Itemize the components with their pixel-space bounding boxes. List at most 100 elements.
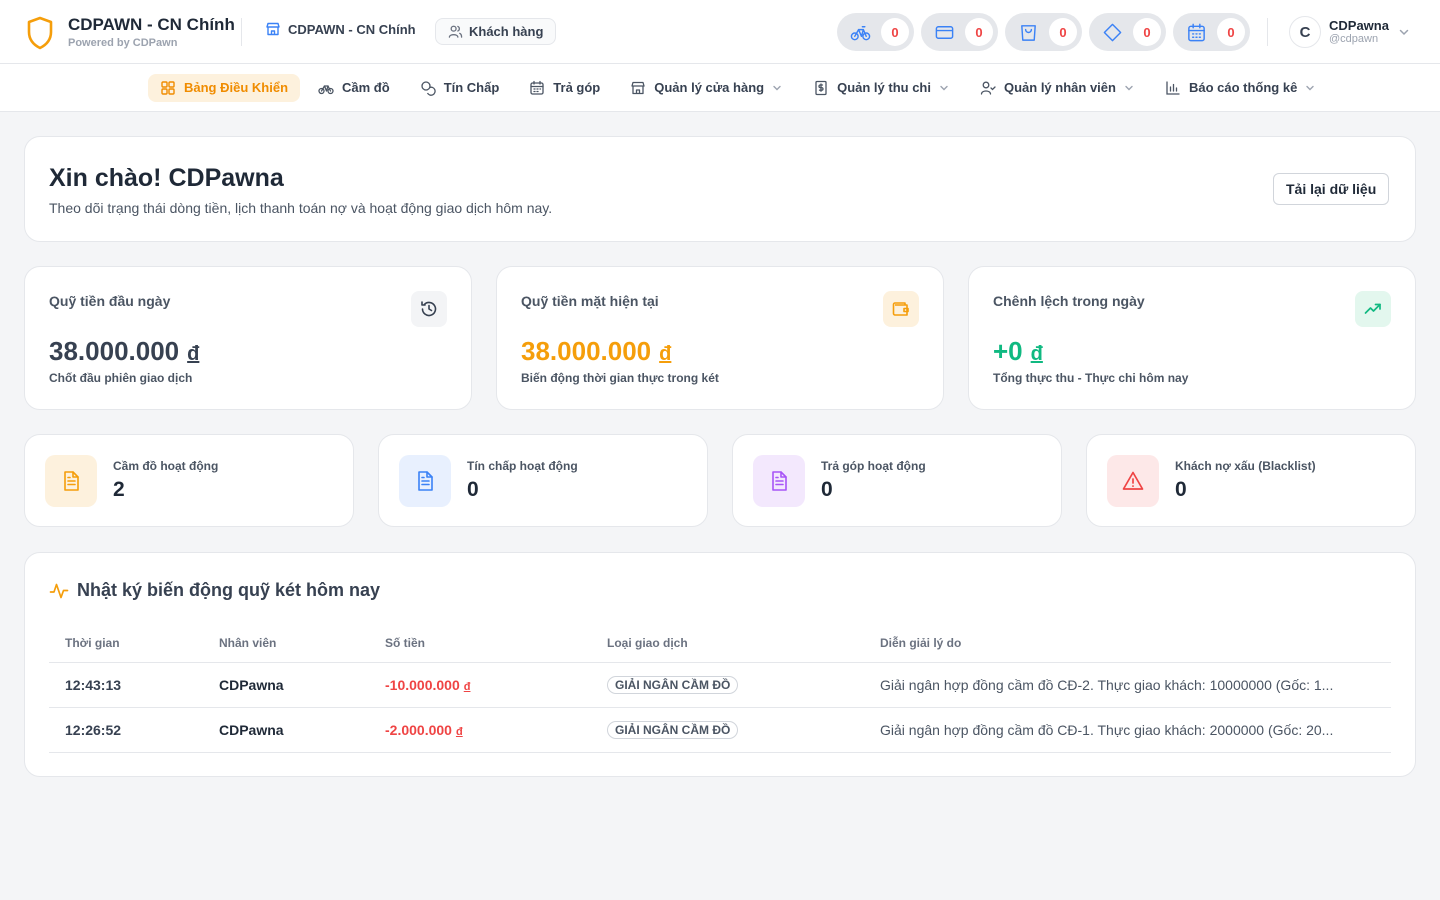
nav-installment[interactable]: Trả góp xyxy=(517,74,612,102)
cash-log-title: Nhật ký biến động quỹ két hôm nay xyxy=(77,580,381,600)
fund-card-difference: Chênh lệch trong ngày +0 đ Tổng thực thu … xyxy=(968,266,1416,410)
calendar-icon xyxy=(1188,23,1205,41)
nav-reports[interactable]: Báo cáo thống kê xyxy=(1153,74,1328,102)
chevron-down-icon xyxy=(1125,85,1133,90)
nav-label: Quản lý thu chi xyxy=(837,80,931,95)
store-icon xyxy=(631,81,645,94)
column-header-time: Thời gian xyxy=(49,625,203,663)
brand[interactable]: CDPAWN - CN Chính Powered by CDPawn xyxy=(26,15,235,50)
counter-installment[interactable]: 0 xyxy=(1005,13,1082,51)
document-icon xyxy=(418,471,433,491)
nav-label: Cầm đồ xyxy=(342,80,390,95)
stat-label: Trả góp hoạt động xyxy=(821,459,926,473)
stat-icon xyxy=(399,455,451,507)
fund-icon xyxy=(1355,291,1391,327)
dashboard-icon xyxy=(161,80,175,95)
nav-finance-management[interactable]: Quản lý thu chi xyxy=(801,74,962,102)
column-header-reason: Diễn giải lý do xyxy=(864,625,1391,663)
column-header-amount: Số tiền xyxy=(369,625,591,663)
main-nav: Bảng Điều Khiển Cầm đồ Tín Chấp Trả góp … xyxy=(0,64,1440,112)
fund-icon xyxy=(883,291,919,327)
card-icon xyxy=(935,25,954,39)
stat-card-credit[interactable]: Tín chấp hoạt động 0 xyxy=(378,434,708,527)
cell-reason: Giải ngân hợp đồng cầm đồ CĐ-2. Thực gia… xyxy=(864,662,1391,708)
nav-credit[interactable]: Tín Chấp xyxy=(408,74,512,102)
counter-pawn[interactable]: 0 xyxy=(837,13,914,51)
document-icon xyxy=(772,471,787,491)
brand-powered: Powered by CDPawn xyxy=(68,37,178,49)
branch-name: CDPAWN - CN Chính xyxy=(288,21,416,37)
shield-icon xyxy=(27,16,53,49)
fund-value: 38.000.000 đ xyxy=(49,336,200,366)
divider xyxy=(1267,18,1268,46)
stat-label: Tín chấp hoạt động xyxy=(467,459,578,473)
cell-type: GIẢI NGÂN CẦM ĐỒ xyxy=(591,707,864,753)
cash-log-card: Nhật ký biến động quỹ két hôm nay Thời g… xyxy=(24,552,1416,777)
user-handle: @cdpawn xyxy=(1329,33,1379,45)
user-name: CDPawna xyxy=(1329,18,1389,33)
bike-icon xyxy=(318,84,334,94)
fund-desc: Chốt đầu phiên giao dịch xyxy=(49,371,193,385)
nav-staff-management[interactable]: Quản lý nhân viên xyxy=(968,74,1147,102)
nav-pawn[interactable]: Cầm đồ xyxy=(306,74,402,102)
counter-assets[interactable]: 0 xyxy=(1089,13,1166,51)
stat-card-installment[interactable]: Trả góp hoạt động 0 xyxy=(732,434,1062,527)
counter-credit[interactable]: 0 xyxy=(921,13,998,51)
reload-button[interactable]: Tải lại dữ liệu xyxy=(1273,173,1390,205)
trending-up-icon xyxy=(1364,303,1381,314)
cell-type: GIẢI NGÂN CẦM ĐỒ xyxy=(591,662,864,708)
counter-value: 0 xyxy=(1217,18,1245,46)
chevron-down-icon xyxy=(1399,29,1409,36)
fund-card-current: Quỹ tiền mặt hiện tại 38.000.000 đ Biến đ… xyxy=(496,266,944,410)
column-header-staff: Nhân viên xyxy=(203,625,369,663)
fund-label: Quỹ tiền đầu ngày xyxy=(49,293,171,309)
nav-store-management[interactable]: Quản lý cửa hàng xyxy=(618,74,795,102)
transaction-type-badge: GIẢI NGÂN CẦM ĐỒ xyxy=(607,675,739,694)
table-row[interactable]: 12:43:13 CDPawna -10.000.000 đ GIẢI NGÂN … xyxy=(49,662,1391,708)
stat-icon xyxy=(753,455,805,507)
cell-amount: -10.000.000 đ xyxy=(369,662,591,708)
stat-card-pawn[interactable]: Cầm đồ hoạt động 2 xyxy=(24,434,354,527)
fund-card-opening: Quỹ tiền đầu ngày 38.000.000 đ Chốt đầu p… xyxy=(24,266,472,410)
user-menu[interactable]: C CDPawna @cdpawn xyxy=(1289,16,1411,48)
counter-group: 0 0 0 0 0 xyxy=(837,13,1257,51)
fund-icon xyxy=(411,291,447,327)
counter-value: 0 xyxy=(1049,18,1077,46)
counter-value: 0 xyxy=(881,18,909,46)
cash-log-table: Thời gian Nhân viên Số tiền Loại giao dị… xyxy=(49,625,1391,753)
wallet-icon xyxy=(892,302,909,316)
counter-schedule[interactable]: 0 xyxy=(1173,13,1250,51)
receipt-icon xyxy=(815,80,827,95)
column-header-type: Loại giao dịch xyxy=(591,625,864,663)
counter-value: 0 xyxy=(1133,18,1161,46)
chevron-down-icon xyxy=(940,85,948,90)
branch-selector[interactable]: CDPAWN - CN Chính xyxy=(265,21,416,37)
stat-card-blacklist[interactable]: Khách nợ xấu (Blacklist) 0 xyxy=(1086,434,1416,527)
activity-icon xyxy=(49,583,69,598)
divider xyxy=(241,18,242,46)
fund-label: Chênh lệch trong ngày xyxy=(993,293,1145,309)
calendar-icon xyxy=(530,80,544,95)
stat-value: 0 xyxy=(1175,478,1187,501)
stat-value: 2 xyxy=(113,478,125,501)
bar-chart-icon xyxy=(1166,80,1180,95)
nav-dashboard[interactable]: Bảng Điều Khiển xyxy=(148,73,301,102)
nav-label: Tín Chấp xyxy=(443,80,500,95)
stat-label: Khách nợ xấu (Blacklist) xyxy=(1175,459,1316,473)
cell-time: 12:26:52 xyxy=(49,707,203,753)
stat-value: 0 xyxy=(821,478,833,501)
transaction-type-badge: GIẢI NGÂN CẦM ĐỒ xyxy=(607,720,739,739)
nav-label: Bảng Điều Khiển xyxy=(184,80,289,95)
fund-value: 38.000.000 đ xyxy=(521,336,672,366)
fund-label: Quỹ tiền mặt hiện tại xyxy=(521,293,659,309)
stat-icon xyxy=(1107,455,1159,507)
diamond-icon xyxy=(1103,23,1122,41)
cash-log-header: Nhật ký biến động quỹ két hôm nay xyxy=(49,580,380,601)
chevron-down-icon xyxy=(773,85,781,90)
fund-desc: Tổng thực thu - Thực chi hôm nay xyxy=(993,371,1189,385)
cell-time: 12:43:13 xyxy=(49,662,203,708)
stat-value: 0 xyxy=(467,478,479,501)
table-row[interactable]: 12:26:52 CDPawna -2.000.000 đ GIẢI NGÂN C… xyxy=(49,707,1391,753)
customers-button[interactable]: Khách hàng xyxy=(435,18,557,45)
bike-icon xyxy=(850,25,871,40)
